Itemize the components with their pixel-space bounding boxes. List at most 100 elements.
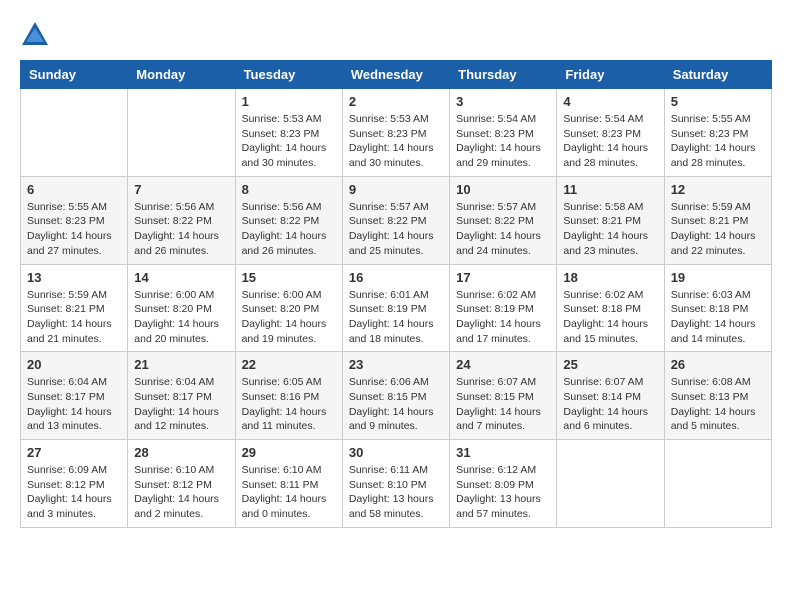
day-number: 28: [134, 445, 228, 460]
weekday-header-friday: Friday: [557, 61, 664, 89]
calendar-cell: 31 Sunrise: 6:12 AM Sunset: 8:09 PM Dayli…: [450, 440, 557, 528]
calendar-cell: 10 Sunrise: 5:57 AM Sunset: 8:22 PM Dayli…: [450, 176, 557, 264]
calendar-cell: [664, 440, 771, 528]
day-info: Sunrise: 5:57 AM Sunset: 8:22 PM Dayligh…: [456, 200, 550, 259]
day-number: 4: [563, 94, 657, 109]
day-info: Sunrise: 6:11 AM Sunset: 8:10 PM Dayligh…: [349, 463, 443, 522]
calendar-cell: 29 Sunrise: 6:10 AM Sunset: 8:11 PM Dayli…: [235, 440, 342, 528]
calendar-cell: [557, 440, 664, 528]
day-info: Sunrise: 5:53 AM Sunset: 8:23 PM Dayligh…: [349, 112, 443, 171]
calendar-cell: 3Sunrise: 5:54 AM Sunset: 8:23 PM Daylig…: [450, 89, 557, 177]
day-number: 2: [349, 94, 443, 109]
calendar-cell: 30Sunrise: 6:11 AM Sunset: 8:10 PM Dayli…: [342, 440, 449, 528]
day-info: Sunrise: 6:10 AM Sunset: 8:11 PM Dayligh…: [242, 463, 336, 522]
day-info: Sunrise: 6:06 AM Sunset: 8:15 PM Dayligh…: [349, 375, 443, 434]
calendar-cell: 2 Sunrise: 5:53 AM Sunset: 8:23 PM Daylig…: [342, 89, 449, 177]
day-info: Sunrise: 5:59 AM Sunset: 8:21 PM Dayligh…: [671, 200, 765, 259]
day-info: Sunrise: 6:02 AM Sunset: 8:18 PM Dayligh…: [563, 288, 657, 347]
day-info: Sunrise: 5:57 AM Sunset: 8:22 PM Dayligh…: [349, 200, 443, 259]
calendar-cell: 13Sunrise: 5:59 AM Sunset: 8:21 PM Dayli…: [21, 264, 128, 352]
day-info: Sunrise: 6:00 AM Sunset: 8:20 PM Dayligh…: [242, 288, 336, 347]
calendar-cell: 19 Sunrise: 6:03 AM Sunset: 8:18 PM Dayli…: [664, 264, 771, 352]
day-number: 9: [349, 182, 443, 197]
day-info: Sunrise: 6:10 AM Sunset: 8:12 PM Dayligh…: [134, 463, 228, 522]
calendar-cell: 5 Sunrise: 5:55 AM Sunset: 8:23 PM Daylig…: [664, 89, 771, 177]
weekday-header-row: SundayMondayTuesdayWednesdayThursdayFrid…: [21, 61, 772, 89]
day-info: Sunrise: 6:07 AM Sunset: 8:14 PM Dayligh…: [563, 375, 657, 434]
calendar-cell: 16 Sunrise: 6:01 AM Sunset: 8:19 PM Dayli…: [342, 264, 449, 352]
calendar-cell: 4 Sunrise: 5:54 AM Sunset: 8:23 PM Daylig…: [557, 89, 664, 177]
day-info: Sunrise: 5:56 AM Sunset: 8:22 PM Dayligh…: [242, 200, 336, 259]
calendar-cell: 1Sunrise: 5:53 AM Sunset: 8:23 PM Daylig…: [235, 89, 342, 177]
calendar-cell: 9 Sunrise: 5:57 AM Sunset: 8:22 PM Daylig…: [342, 176, 449, 264]
day-number: 17: [456, 270, 550, 285]
calendar-table: SundayMondayTuesdayWednesdayThursdayFrid…: [20, 60, 772, 528]
calendar-cell: 28 Sunrise: 6:10 AM Sunset: 8:12 PM Dayli…: [128, 440, 235, 528]
day-number: 16: [349, 270, 443, 285]
week-row-5: 27Sunrise: 6:09 AM Sunset: 8:12 PM Dayli…: [21, 440, 772, 528]
day-info: Sunrise: 5:55 AM Sunset: 8:23 PM Dayligh…: [671, 112, 765, 171]
weekday-header-sunday: Sunday: [21, 61, 128, 89]
day-info: Sunrise: 5:56 AM Sunset: 8:22 PM Dayligh…: [134, 200, 228, 259]
day-number: 13: [27, 270, 121, 285]
day-number: 24: [456, 357, 550, 372]
calendar-cell: 15Sunrise: 6:00 AM Sunset: 8:20 PM Dayli…: [235, 264, 342, 352]
day-number: 27: [27, 445, 121, 460]
day-number: 12: [671, 182, 765, 197]
day-info: Sunrise: 6:07 AM Sunset: 8:15 PM Dayligh…: [456, 375, 550, 434]
calendar-cell: 12 Sunrise: 5:59 AM Sunset: 8:21 PM Dayli…: [664, 176, 771, 264]
day-number: 14: [134, 270, 228, 285]
day-info: Sunrise: 6:12 AM Sunset: 8:09 PM Dayligh…: [456, 463, 550, 522]
calendar-cell: 26 Sunrise: 6:08 AM Sunset: 8:13 PM Dayli…: [664, 352, 771, 440]
day-info: Sunrise: 6:05 AM Sunset: 8:16 PM Dayligh…: [242, 375, 336, 434]
day-number: 31: [456, 445, 550, 460]
day-info: Sunrise: 6:04 AM Sunset: 8:17 PM Dayligh…: [134, 375, 228, 434]
day-number: 7: [134, 182, 228, 197]
day-number: 20: [27, 357, 121, 372]
week-row-2: 6 Sunrise: 5:55 AM Sunset: 8:23 PM Daylig…: [21, 176, 772, 264]
day-info: Sunrise: 6:03 AM Sunset: 8:18 PM Dayligh…: [671, 288, 765, 347]
calendar-cell: 25 Sunrise: 6:07 AM Sunset: 8:14 PM Dayli…: [557, 352, 664, 440]
day-number: 22: [242, 357, 336, 372]
calendar-cell: 21 Sunrise: 6:04 AM Sunset: 8:17 PM Dayli…: [128, 352, 235, 440]
calendar-cell: 11Sunrise: 5:58 AM Sunset: 8:21 PM Dayli…: [557, 176, 664, 264]
weekday-header-saturday: Saturday: [664, 61, 771, 89]
day-number: 5: [671, 94, 765, 109]
day-number: 25: [563, 357, 657, 372]
page-header: [20, 20, 772, 50]
day-info: Sunrise: 5:54 AM Sunset: 8:23 PM Dayligh…: [563, 112, 657, 171]
logo: [20, 20, 54, 50]
day-number: 29: [242, 445, 336, 460]
calendar-cell: 7 Sunrise: 5:56 AM Sunset: 8:22 PM Daylig…: [128, 176, 235, 264]
calendar-cell: [128, 89, 235, 177]
calendar-cell: 22 Sunrise: 6:05 AM Sunset: 8:16 PM Dayli…: [235, 352, 342, 440]
calendar-cell: 18 Sunrise: 6:02 AM Sunset: 8:18 PM Dayli…: [557, 264, 664, 352]
weekday-header-monday: Monday: [128, 61, 235, 89]
calendar-cell: 27Sunrise: 6:09 AM Sunset: 8:12 PM Dayli…: [21, 440, 128, 528]
day-number: 8: [242, 182, 336, 197]
day-number: 19: [671, 270, 765, 285]
day-info: Sunrise: 6:00 AM Sunset: 8:20 PM Dayligh…: [134, 288, 228, 347]
calendar-cell: 6 Sunrise: 5:55 AM Sunset: 8:23 PM Daylig…: [21, 176, 128, 264]
day-number: 6: [27, 182, 121, 197]
calendar-cell: 20 Sunrise: 6:04 AM Sunset: 8:17 PM Dayli…: [21, 352, 128, 440]
logo-icon: [20, 20, 50, 50]
day-info: Sunrise: 6:01 AM Sunset: 8:19 PM Dayligh…: [349, 288, 443, 347]
day-number: 18: [563, 270, 657, 285]
day-info: Sunrise: 6:04 AM Sunset: 8:17 PM Dayligh…: [27, 375, 121, 434]
day-number: 26: [671, 357, 765, 372]
calendar-cell: 23 Sunrise: 6:06 AM Sunset: 8:15 PM Dayli…: [342, 352, 449, 440]
calendar-cell: 17 Sunrise: 6:02 AM Sunset: 8:19 PM Dayli…: [450, 264, 557, 352]
calendar-cell: 24 Sunrise: 6:07 AM Sunset: 8:15 PM Dayli…: [450, 352, 557, 440]
day-number: 11: [563, 182, 657, 197]
weekday-header-thursday: Thursday: [450, 61, 557, 89]
day-number: 10: [456, 182, 550, 197]
calendar-cell: [21, 89, 128, 177]
day-info: Sunrise: 6:08 AM Sunset: 8:13 PM Dayligh…: [671, 375, 765, 434]
day-number: 21: [134, 357, 228, 372]
day-number: 3: [456, 94, 550, 109]
day-info: Sunrise: 5:55 AM Sunset: 8:23 PM Dayligh…: [27, 200, 121, 259]
day-info: Sunrise: 6:02 AM Sunset: 8:19 PM Dayligh…: [456, 288, 550, 347]
week-row-1: 1Sunrise: 5:53 AM Sunset: 8:23 PM Daylig…: [21, 89, 772, 177]
day-number: 23: [349, 357, 443, 372]
